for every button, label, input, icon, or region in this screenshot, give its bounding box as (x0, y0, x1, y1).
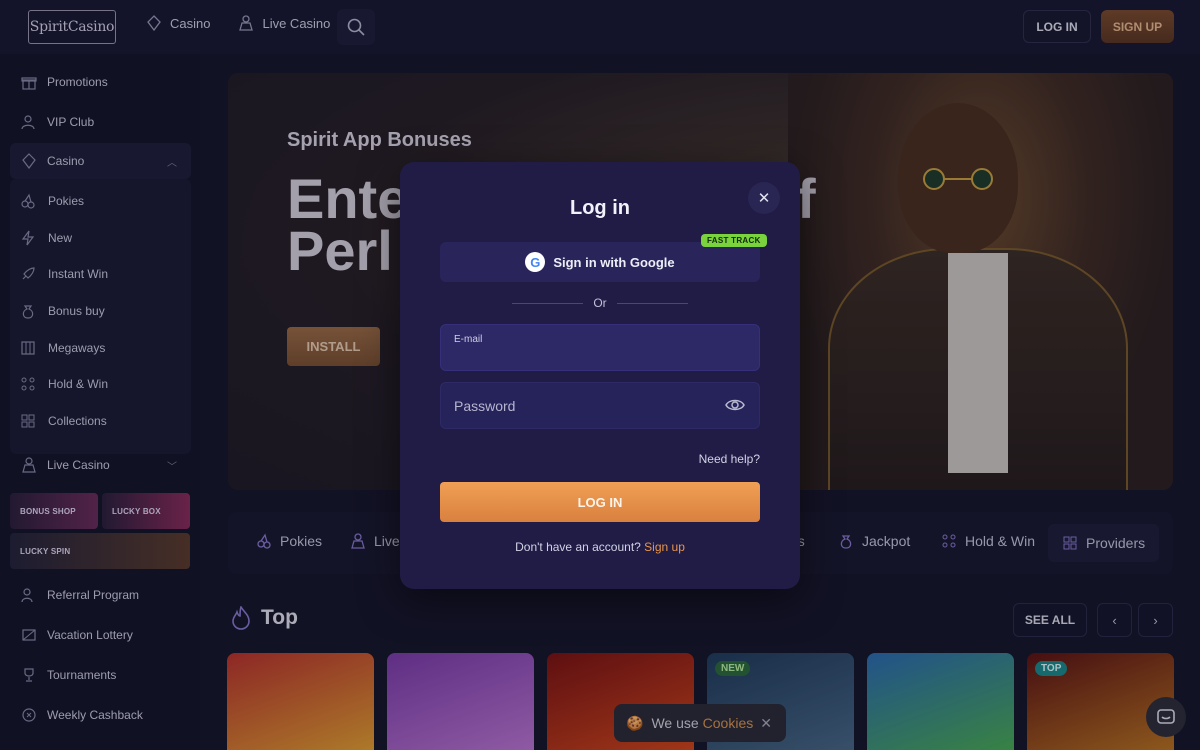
password-field[interactable] (440, 382, 760, 429)
modal-title: Log in (570, 197, 630, 219)
need-help-link[interactable]: Need help? (699, 452, 760, 466)
close-modal-button[interactable]: ✕ (748, 182, 780, 214)
divider-line (512, 302, 584, 304)
login-modal: Log in ✕ G Sign in with Google FAST TRAC… (400, 162, 800, 589)
login-submit-button[interactable]: LOG IN (440, 482, 760, 522)
eye-icon[interactable] (725, 397, 745, 413)
google-signin-button[interactable]: G Sign in with Google (440, 242, 760, 282)
google-signin-label: Sign in with Google (553, 254, 675, 270)
no-account-text: Don't have an account? (515, 540, 641, 554)
email-input[interactable] (454, 345, 734, 365)
email-field[interactable]: E-mail (440, 324, 760, 371)
close-icon: ✕ (757, 190, 771, 207)
google-icon: G (525, 252, 546, 272)
email-label: E-mail (454, 334, 483, 345)
password-input[interactable] (454, 396, 734, 416)
signup-link[interactable]: Sign up (644, 540, 685, 554)
divider-line (616, 302, 688, 304)
signup-prompt: Don't have an account? Sign up (400, 540, 800, 554)
or-divider: Or (512, 296, 688, 310)
fast-track-badge: FAST TRACK (701, 234, 767, 247)
or-label: Or (593, 296, 607, 310)
